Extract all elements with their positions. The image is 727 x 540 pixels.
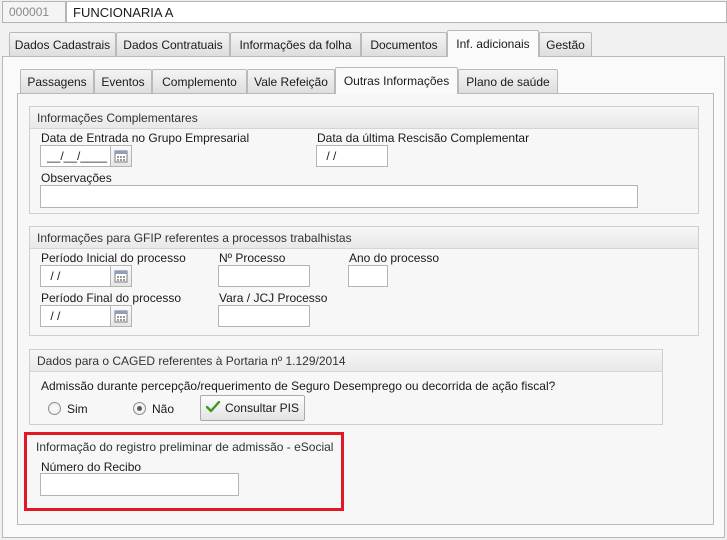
consultar-pis-button[interactable]: Consultar PIS xyxy=(200,395,305,421)
tab-label: Inf. adicionais xyxy=(456,37,530,51)
ano-processo-label: Ano do processo xyxy=(349,251,440,265)
subtab-complemento[interactable]: Complemento xyxy=(152,69,247,93)
data-rescisao-label: Data da última Rescisão Complementar xyxy=(317,131,530,145)
ano-processo-field[interactable] xyxy=(348,265,388,287)
tab-label: Informações da folha xyxy=(239,37,352,52)
subtab-vale-refeicao[interactable]: Vale Refeição xyxy=(247,69,335,93)
tab-label: Complemento xyxy=(162,74,237,89)
radio-nao[interactable] xyxy=(133,402,146,415)
esocial-highlight xyxy=(24,432,344,511)
group-title: Dados para o CAGED referentes à Portaria… xyxy=(30,350,662,372)
tab-informacoes-folha[interactable]: Informações da folha xyxy=(230,32,361,56)
button-label: Consultar PIS xyxy=(224,401,300,415)
tab-label: Vale Refeição xyxy=(254,74,328,89)
n-processo-field[interactable] xyxy=(218,265,310,287)
observacoes-field[interactable] xyxy=(40,185,638,208)
data-entrada-label: Data de Entrada no Grupo Empresarial xyxy=(41,131,250,145)
data-entrada-field[interactable]: __/__/____ xyxy=(40,145,111,167)
tab-dados-cadastrais[interactable]: Dados Cadastrais xyxy=(9,32,116,56)
group-title: Informações Complementares xyxy=(30,107,698,129)
employee-code-field[interactable]: 000001 xyxy=(2,1,66,23)
vara-label: Vara / JCJ Processo xyxy=(219,291,328,305)
calendar-icon[interactable] xyxy=(110,265,132,287)
calendar-icon[interactable] xyxy=(110,305,132,327)
caged-question: Admissão durante percepção/requerimento … xyxy=(41,379,556,393)
tab-label: Plano de saúde xyxy=(466,74,550,89)
check-icon xyxy=(205,400,221,416)
tab-label: Dados Contratuais xyxy=(123,37,223,52)
tab-label: Eventos xyxy=(101,74,145,89)
tab-label: Dados Cadastrais xyxy=(14,37,111,52)
data-rescisao-field[interactable]: / / xyxy=(316,145,388,167)
subtab-outras-informacoes[interactable]: Outras Informações xyxy=(335,67,458,94)
tab-label: Passagens xyxy=(27,74,87,89)
vara-field[interactable] xyxy=(218,305,310,327)
radio-sim[interactable] xyxy=(48,402,61,415)
tab-gestao[interactable]: Gestão xyxy=(539,32,592,56)
subtab-plano-saude[interactable]: Plano de saúde xyxy=(458,69,558,93)
tab-inf-adicionais[interactable]: Inf. adicionais xyxy=(447,30,539,57)
tab-label: Outras Informações xyxy=(343,74,450,88)
tab-label: Gestão xyxy=(546,37,585,52)
periodo-inicial-label: Período Inicial do processo xyxy=(41,251,186,265)
periodo-inicial-field[interactable]: / / xyxy=(40,265,111,287)
periodo-final-label: Período Final do processo xyxy=(41,291,182,305)
observacoes-label: Observações xyxy=(41,171,112,185)
radio-sim-label: Sim xyxy=(67,402,88,416)
radio-nao-label: Não xyxy=(152,402,175,416)
periodo-final-field[interactable]: / / xyxy=(40,305,111,327)
subtab-passagens[interactable]: Passagens xyxy=(20,69,94,93)
tab-documentos[interactable]: Documentos xyxy=(361,32,447,56)
tab-dados-contratuais[interactable]: Dados Contratuais xyxy=(116,32,230,56)
tab-label: Documentos xyxy=(370,37,438,52)
n-processo-label: Nº Processo xyxy=(219,251,286,265)
subtab-eventos[interactable]: Eventos xyxy=(94,69,152,93)
calendar-icon[interactable] xyxy=(110,145,132,167)
group-title: Informações para GFIP referentes a proce… xyxy=(30,227,698,249)
employee-name-field[interactable]: FUNCIONARIA A xyxy=(66,1,727,23)
